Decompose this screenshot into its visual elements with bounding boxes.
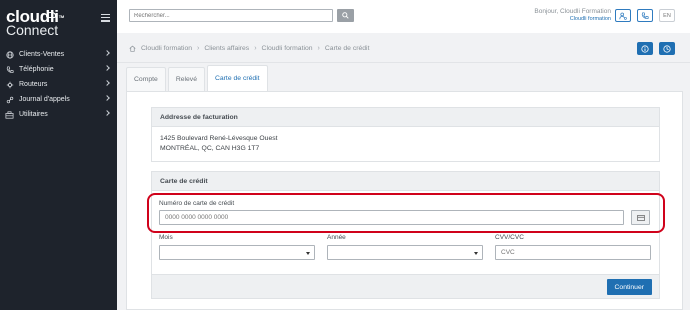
breadcrumb-item[interactable]: Cloudli formation: [141, 45, 192, 52]
caret-down-icon: [474, 252, 478, 255]
sidebar-item-clients-ventes[interactable]: Clients-Ventes: [0, 47, 117, 62]
brand-product: Connect: [6, 22, 59, 38]
caret-down-icon: [306, 252, 310, 255]
sidebar-item-label: Utilitaires: [19, 111, 48, 118]
chevron-right-icon: [104, 95, 110, 101]
search-input[interactable]: [129, 9, 333, 22]
sidebar-item-routeurs[interactable]: Routeurs: [0, 77, 117, 92]
chevron-right-icon: [104, 65, 110, 71]
history-button[interactable]: [659, 42, 675, 55]
billing-address-card: Addresse de facturation 1425 Boulevard R…: [151, 107, 660, 162]
sidebar-item-label: Clients-Ventes: [19, 51, 65, 58]
breadcrumb-item[interactable]: Cloudli formation: [262, 45, 313, 52]
language-button[interactable]: EN: [659, 9, 675, 22]
highlight-box: [147, 193, 665, 233]
tabs: Compte Relevé Carte de crédit: [126, 65, 270, 91]
cloud-icon: [46, 12, 56, 18]
continue-button[interactable]: Continuer: [606, 279, 652, 295]
sidebar: cloudliTM Connect Clients-Ventes Télépho…: [0, 0, 117, 310]
tab-releve[interactable]: Relevé: [167, 67, 205, 91]
sidebar-item-label: Routeurs: [19, 81, 48, 88]
breadcrumb-item[interactable]: Clients affaires: [204, 45, 249, 52]
user-gear-icon: [619, 12, 627, 20]
month-label: Mois: [159, 234, 173, 241]
phone-icon: [641, 11, 649, 19]
sidebar-item-journal-appels[interactable]: Journal d'appels: [0, 92, 117, 107]
billing-address: 1425 Boulevard René-Lévesque Ouest MONTR…: [152, 127, 659, 161]
info-icon: [641, 44, 649, 53]
address-line-1: 1425 Boulevard René-Lévesque Ouest: [160, 135, 278, 142]
info-button[interactable]: [637, 42, 653, 55]
breadcrumb-separator: ›: [317, 45, 320, 52]
router-icon: [5, 80, 14, 89]
chevron-right-icon: [104, 80, 110, 86]
globe-icon: [5, 50, 14, 59]
chevron-right-icon: [104, 110, 110, 116]
sidebar-item-utilitaires[interactable]: Utilitaires: [0, 107, 117, 122]
month-select[interactable]: [159, 245, 315, 260]
sidebar-item-label: Téléphonie: [19, 66, 54, 73]
greeting-text: Bonjour, Cloudli Formation: [534, 8, 611, 15]
address-line-2: MONTRÉAL, QC, CAN H3G 1T7: [160, 145, 260, 152]
billing-address-title: Addresse de facturation: [152, 108, 659, 127]
cvv-input[interactable]: [495, 245, 651, 260]
phone-icon: [5, 65, 14, 74]
sidebar-item-telephonie[interactable]: Téléphonie: [0, 62, 117, 77]
year-select[interactable]: [327, 245, 483, 260]
brand-logo[interactable]: cloudliTM Connect: [6, 8, 64, 37]
search-button[interactable]: [337, 9, 354, 22]
user-greeting: Bonjour, Cloudli Formation Cloudli forma…: [534, 8, 611, 22]
sidebar-nav: Clients-Ventes Téléphonie Routeurs Journ…: [0, 47, 117, 122]
credit-card-title: Carte de crédit: [152, 172, 659, 191]
home-icon[interactable]: [129, 45, 136, 52]
cvv-label: CVV/CVC: [495, 234, 524, 241]
breadcrumb-separator: ›: [254, 45, 257, 52]
tab-compte[interactable]: Compte: [126, 67, 166, 91]
menu-toggle-icon[interactable]: [101, 14, 110, 24]
user-settings-button[interactable]: [615, 9, 631, 22]
tab-carte-credit[interactable]: Carte de crédit: [206, 65, 268, 91]
search-icon: [342, 12, 349, 19]
account-link[interactable]: Cloudli formation: [534, 16, 611, 22]
briefcase-icon: [5, 110, 14, 119]
breadcrumb-bar: Cloudli formation › Clients affaires › C…: [117, 33, 690, 63]
call-log-icon: [5, 95, 14, 104]
breadcrumb-separator: ›: [197, 45, 200, 52]
breadcrumb: Cloudli formation › Clients affaires › C…: [129, 45, 369, 52]
sidebar-item-label: Journal d'appels: [19, 96, 70, 103]
breadcrumb-current: Carte de crédit: [324, 45, 370, 52]
chevron-right-icon: [104, 50, 110, 56]
clock-icon: [663, 44, 671, 53]
main-area: Compte Relevé Carte de crédit Addresse d…: [117, 63, 690, 310]
phone-button[interactable]: [637, 9, 653, 22]
brand-tm: TM: [58, 14, 64, 19]
topbar: Bonjour, Cloudli Formation Cloudli forma…: [117, 0, 690, 33]
form-actions: Continuer: [151, 275, 660, 299]
year-label: Année: [327, 234, 346, 241]
